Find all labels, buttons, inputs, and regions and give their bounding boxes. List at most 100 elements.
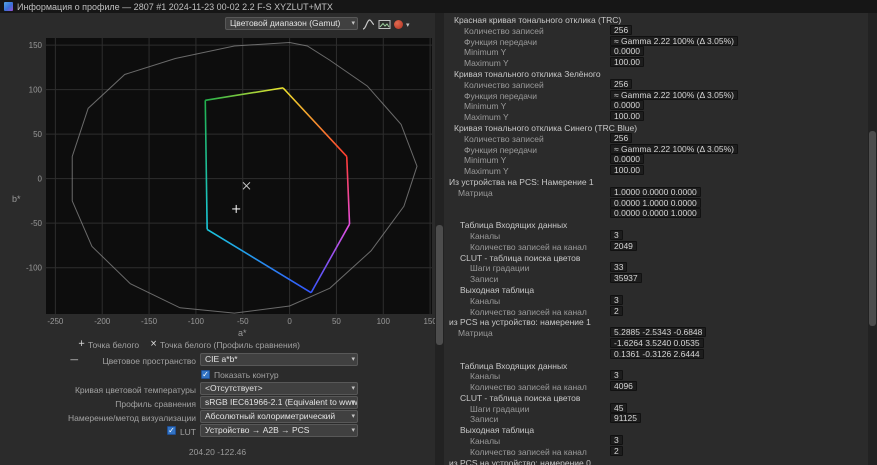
colorspace-label: Цветовое пространство [0,356,196,366]
comparison-marker: × [150,339,157,349]
info-row: Количество записей на канал2 [444,446,868,457]
info-value-field[interactable]: 256 [610,133,632,143]
info-value-field[interactable]: 2049 [610,241,637,251]
info-row: Maximum Y 100.00 [444,57,868,68]
chevron-down-icon: ▾ [351,397,355,408]
info-label: Матрица [458,188,493,198]
titlebar[interactable]: Информация о профиле — 2807 #1 2024-11-2… [0,0,877,13]
whitepoint-marker: + [78,339,85,349]
info-label: Выходная таблица [460,425,534,435]
info-row: Maximum Y 100.00 [444,165,868,176]
info-label: Функция передачи [464,37,537,47]
info-row: Функция передачи ≈ Gamma 2.22 100% (Δ 3.0… [444,90,868,101]
export-image-icon[interactable] [378,18,391,31]
info-section-header: Выходная таблица [444,424,868,435]
info-value-field[interactable]: 0.0000 0.0000 1.0000 [610,208,701,218]
y-tick-label: -50 [30,219,42,228]
info-label: Кривая тонального отклика Зелёного [454,69,601,79]
info-value-field[interactable]: 0.0000 1.0000 0.0000 [610,198,701,208]
info-value-field[interactable]: 3 [610,435,623,445]
info-row: Количество записей на канал2049 [444,241,868,252]
x-tick-label: -50 [237,317,249,326]
info-row: Матрица5.2885 -2.5343 -0.6848 [444,327,868,338]
info-row: Каналы3 [444,370,868,381]
y-tick-label: 0 [38,175,43,184]
info-label: Количество записей на канал [470,307,587,317]
y-tick-label: 50 [33,130,42,139]
info-section-header: Таблица Входящих данных [444,219,868,230]
info-row: Количество записей256 [444,79,868,90]
comparison-profile-label: Профиль сравнения [0,399,196,409]
info-section-header: Из устройства на PCS: Намерение 1 [444,176,868,187]
info-value-field[interactable]: 45 [610,403,627,413]
colorspace-select[interactable]: CIE a*b* ▾ [200,353,358,366]
info-value-field[interactable]: -1.6264 3.5240 0.0535 [610,338,704,348]
temperature-curve-label: Кривая цветовой температуры [0,385,196,395]
info-row: Количество записей256 [444,25,868,36]
info-label: Записи [470,414,498,424]
info-value-field[interactable]: 3 [610,370,623,380]
gamut-view-select-value: Цветовой диапазон (Gamut) [230,18,340,28]
chevron-down-icon[interactable]: ▾ [406,21,410,29]
info-value-field[interactable]: 2 [610,446,623,456]
info-label: Maximum Y [464,58,509,68]
info-label: Количество записей [464,134,544,144]
scrollbar-thumb[interactable] [869,131,876,326]
x-tick-label: -100 [188,317,205,326]
info-value-field[interactable]: 2 [610,306,623,316]
info-value-field[interactable]: 0.0000 [610,46,644,56]
info-value-field[interactable]: 100.00 [610,57,644,67]
info-value-field[interactable]: ≈ Gamma 2.22 100% (Δ 3.05%) [610,36,738,46]
info-section-header: Красная кривая тонального отклика (TRC) [444,14,868,25]
comparison-profile-select[interactable]: sRGB IEC61966-2.1 (Equivalent to www.srg… [200,396,358,409]
info-value-field[interactable]: 0.0000 [610,154,644,164]
info-value-field[interactable]: 0.1361 -0.3126 2.6444 [610,349,704,359]
info-value-field[interactable]: 256 [610,25,632,35]
info-value-field[interactable]: 4096 [610,381,637,391]
info-value-field[interactable]: ≈ Gamma 2.22 100% (Δ 3.05%) [610,90,738,100]
info-row: -1.6264 3.5240 0.0535 [444,338,868,349]
gamut-view-select[interactable]: Цветовой диапазон (Gamut) ▾ [225,17,358,30]
window-title: Информация о профиле — 2807 #1 2024-11-2… [17,2,333,12]
info-label: Minimum Y [464,101,506,111]
info-label: Функция передачи [464,91,537,101]
temperature-curve-select[interactable]: <Отсутствует> ▾ [200,382,358,395]
info-label: Maximum Y [464,166,509,176]
chevron-down-icon: ▾ [351,425,355,436]
scrollbar-thumb[interactable] [436,225,443,345]
tone-curve-icon[interactable] [362,18,375,31]
plot-toolbar: ▾ [362,18,410,31]
info-value-field[interactable]: 256 [610,79,632,89]
info-value-field[interactable]: 3 [610,295,623,305]
info-value-field[interactable]: 35937 [610,273,642,283]
info-value-field[interactable]: 3 [610,230,623,240]
lut-path-select[interactable]: Устройство → A2B → PCS ▾ [200,424,358,437]
left-scrollbar[interactable] [435,13,444,465]
info-label: Функция передачи [464,145,537,155]
y-axis-title: b* [12,194,21,204]
info-row: Количество записей 256 [444,133,868,144]
info-value-field[interactable]: ≈ Gamma 2.22 100% (Δ 3.05%) [610,144,738,154]
right-scrollbar[interactable] [868,13,877,465]
gamut-panel: Цветовой диапазон (Gamut) ▾ ▾ -250-200-1… [0,13,435,465]
rendering-intent-select[interactable]: Абсолютный колориметрический ▾ [200,410,358,423]
show-outline-checkbox[interactable]: ✓ [201,370,210,379]
info-value-field[interactable]: 100.00 [610,111,644,121]
info-row: Maximum Y100.00 [444,111,868,122]
info-label: Таблица Входящих данных [460,361,567,371]
info-value-field[interactable]: 91125 [610,413,641,423]
info-value-field[interactable]: 33 [610,262,627,272]
info-label: Каналы [470,436,500,446]
info-value-field[interactable]: 100.00 [610,165,644,175]
profile-colors-icon[interactable] [394,20,403,29]
lut-label: LUT [0,427,196,437]
info-label: Minimum Y [464,47,506,57]
info-value-field[interactable]: 1.0000 0.0000 0.0000 [610,187,701,197]
chevron-down-icon: ▾ [351,411,355,422]
info-value-field[interactable]: 5.2885 -2.5343 -0.6848 [610,327,706,337]
gamut-plot-svg[interactable]: -250-200-150-100-50050100150150100500-50… [0,36,435,338]
info-row: 0.1361 -0.3126 2.6444 [444,349,868,360]
profile-info-panel: Красная кривая тонального отклика (TRC) К… [444,13,868,465]
lut-path-select-value: Устройство → A2B → PCS [205,425,309,435]
info-value-field[interactable]: 0.0000 [610,100,644,110]
